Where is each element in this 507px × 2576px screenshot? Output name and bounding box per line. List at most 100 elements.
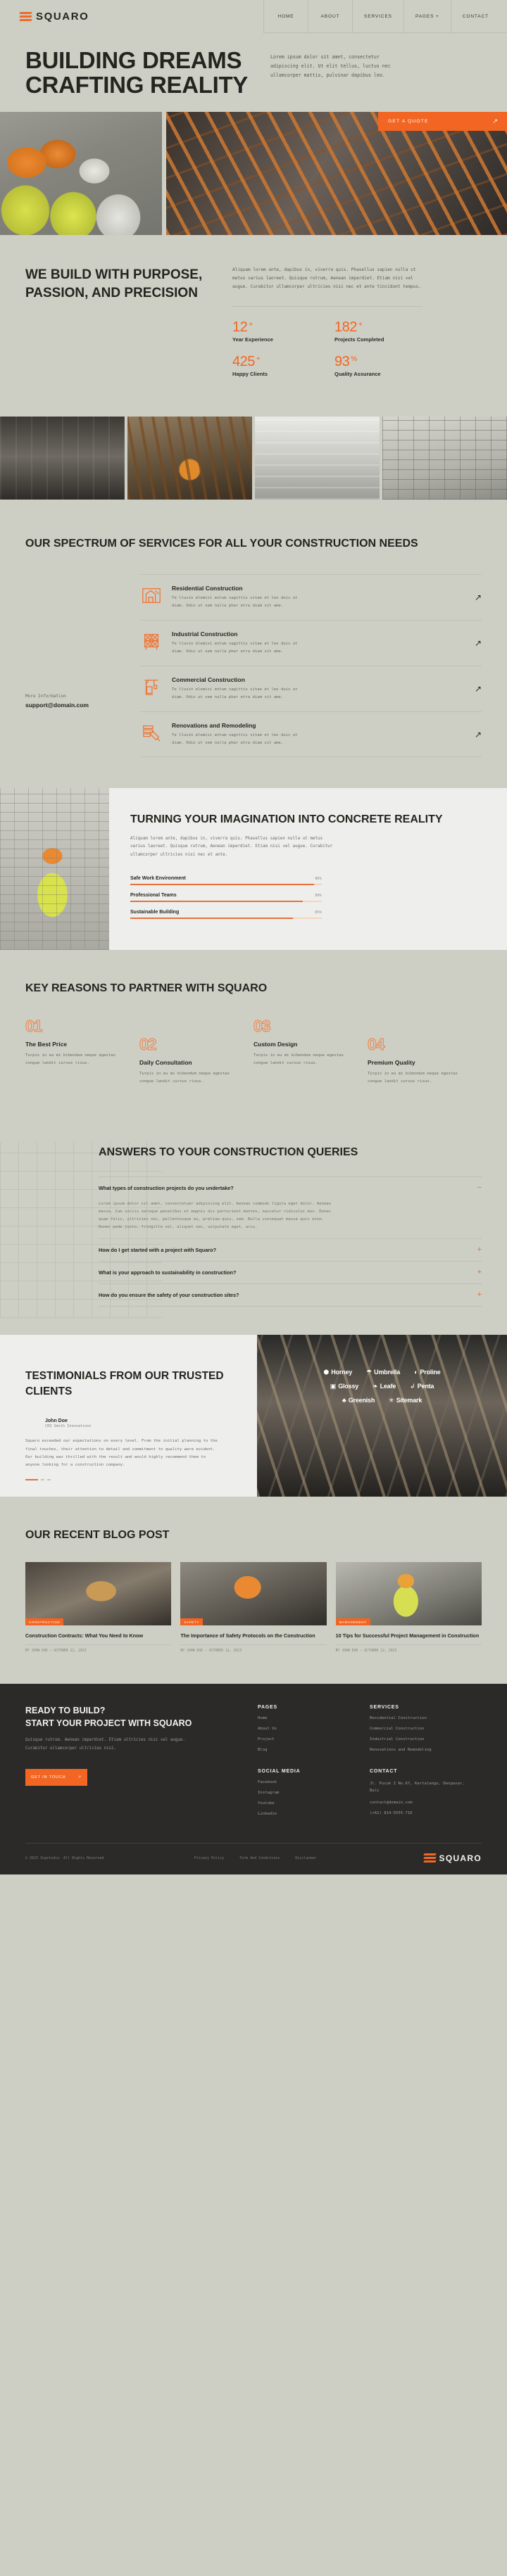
footer-phone[interactable]: (+62) 814-5555-716 <box>370 1811 482 1815</box>
blog-tag: MANAGEMENT <box>335 1618 370 1626</box>
testimonial-pagination[interactable] <box>25 1479 257 1481</box>
imagination-image <box>0 788 109 951</box>
client-logo-leafe: ❧ Leafe <box>373 1382 396 1390</box>
arrow-up-right-icon[interactable]: ↗ <box>470 684 482 694</box>
client-logo-proline: ◐ Proline <box>414 1368 441 1376</box>
service-desc: Te llusin elemisi entum sagittis vitae e… <box>172 642 298 654</box>
reason-number: 03 <box>254 1017 272 1036</box>
nav-item-about[interactable]: ABOUT <box>307 0 352 33</box>
reason-desc: Turpis in eu mi bibendum neque egestas c… <box>368 1072 458 1084</box>
footer-brand-name: SQUARO <box>439 1853 482 1864</box>
circle-line-icon: ◐ <box>414 1368 418 1376</box>
reason-name: Premium Quality <box>368 1059 415 1067</box>
footer-link[interactable]: Home <box>258 1716 370 1720</box>
faq-item-2[interactable]: How do I get started with a project with… <box>99 1239 482 1262</box>
gallery-image-wood-frame <box>127 416 252 500</box>
hero-title-line1: BUILDING DREAMS <box>25 47 242 73</box>
service-name: Residential Construction <box>172 585 243 592</box>
about-section: WE BUILD WITH PURPOSE, PASSION, AND PREC… <box>0 235 507 417</box>
reasons-section: KEY REASONS TO PARTNER WITH SQUARO 01 Th… <box>0 950 507 1114</box>
blog-post-meta: BY JOHN DOE — OCTOBER 12, 2023 <box>25 1644 172 1653</box>
client-logos: ⬢ Horney ☂ Umbrella ◐ Proline ▣ Glossy ❧ Leaf… <box>257 1369 507 1404</box>
service-desc: Te llusin elemisi entum sagittis vitae e… <box>172 732 298 745</box>
arrow-up-right-icon[interactable]: ↗ <box>470 592 482 602</box>
nav-item-services[interactable]: SERVICES <box>351 0 403 33</box>
service-name: Renovations and Remodeling <box>172 721 256 729</box>
pagination-dot[interactable] <box>41 1479 44 1481</box>
nav-item-contact[interactable]: CONTACT <box>450 0 507 33</box>
reason-item-01: 01 The Best Price Turpis in eu mi bibend… <box>25 1017 139 1086</box>
pagination-active[interactable] <box>25 1479 38 1481</box>
arrow-up-right-icon[interactable]: ↗ <box>470 730 482 740</box>
hero-title: BUILDING DREAMS CRAFTING REALITY <box>0 47 255 98</box>
blog-card-3[interactable]: MANAGEMENT 10 Tips for Successful Projec… <box>335 1562 482 1653</box>
umbrella-icon: ☂ <box>366 1368 373 1376</box>
terms-link[interactable]: Term And Conditions <box>239 1856 280 1860</box>
minus-icon[interactable]: − <box>477 1184 482 1192</box>
service-item-renovations[interactable]: Renovations and Remodeling Te llusin ele… <box>141 712 482 758</box>
footer-brand[interactable]: SQUARO <box>423 1853 482 1864</box>
nav-item-pages[interactable]: PAGES + <box>403 0 451 33</box>
hero-paragraph: Lorem ipsum dolor sit amet, consectetur … <box>270 54 391 78</box>
disclaimer-link[interactable]: Disclaimer <box>295 1856 316 1860</box>
progress-track <box>130 918 322 920</box>
faq-item-1[interactable]: What types of construction projects do y… <box>99 1176 482 1240</box>
square-slash-icon: ▣ <box>330 1382 337 1390</box>
stat-item: 182 + Projects Completed <box>334 319 437 343</box>
skill-percent: 96% <box>315 877 322 882</box>
landing-page: SQUARO HOME ABOUT SERVICES PAGES + CONTA… <box>0 0 507 1875</box>
brand-logo[interactable]: SQUARO <box>0 0 89 33</box>
site-footer: READY TO BUILD? START YOUR PROJECT WITH … <box>0 1684 507 1875</box>
stat-value: 12 + <box>232 319 253 335</box>
service-item-industrial[interactable]: Industrial Construction Te llusin elemis… <box>141 621 482 666</box>
gallery-image-atrium <box>255 416 380 500</box>
get-in-touch-label: GET IN TOUCH <box>31 1775 66 1779</box>
footer-link[interactable]: Commercial Construction <box>370 1727 482 1731</box>
footer-link[interactable]: Youtube <box>258 1801 370 1806</box>
testimonial-person: John Doe CEO Smith Innovations <box>25 1416 257 1430</box>
service-name: Commercial Construction <box>172 675 245 683</box>
services-section: OUR SPECTRUM OF SERVICES FOR ALL YOUR CO… <box>0 500 507 789</box>
footer-link[interactable]: Linkedin <box>258 1812 370 1816</box>
stat-value: 93% <box>334 353 357 369</box>
faq-question: What types of construction projects do y… <box>99 1184 234 1191</box>
blog-card-2[interactable]: SAFETY The Importance of Safety Protocol… <box>180 1562 327 1653</box>
blog-card-1[interactable]: CONSTRUCTION Construction Contracts: Wha… <box>25 1562 172 1653</box>
plus-icon[interactable]: + <box>477 1246 482 1254</box>
nav-item-home[interactable]: HOME <box>263 0 308 33</box>
hero-section: BUILDING DREAMS CRAFTING REALITY Lorem i… <box>0 33 507 235</box>
plus-icon[interactable]: + <box>477 1291 482 1299</box>
support-email[interactable]: support@domain.com <box>25 702 141 709</box>
footer-link[interactable]: Facebook <box>258 1780 370 1784</box>
footer-email[interactable]: contact@domain.com <box>370 1801 482 1805</box>
gallery-image-blocks <box>382 416 507 500</box>
faq-list: What types of construction projects do y… <box>99 1176 482 1307</box>
footer-link[interactable]: About Us <box>258 1727 370 1731</box>
faq-item-3[interactable]: What is your approach to sustainability … <box>99 1262 482 1285</box>
footer-link[interactable]: Industrial Construction <box>370 1737 482 1741</box>
skill-bar-professional-teams: Professional Teams 90% <box>130 893 322 903</box>
gallery-image-interior <box>0 416 125 500</box>
arrow-up-right-icon[interactable]: ↗ <box>470 638 482 648</box>
footer-paragraph: Quisque rutrum. Aenean imperdiet. Etiam … <box>25 1738 185 1751</box>
footer-link[interactable]: Instagram <box>258 1791 370 1795</box>
about-title: WE BUILD WITH PURPOSE, PASSION, AND PREC… <box>25 267 203 300</box>
reason-item-03: 03 Custom Design Turpis in eu mi bibendu… <box>254 1017 368 1086</box>
footer-link[interactable]: Renovations and Remodeling <box>370 1748 482 1752</box>
progress-track <box>130 901 322 903</box>
footer-link[interactable]: Residential Construction <box>370 1716 482 1720</box>
footer-link[interactable]: Project <box>258 1737 370 1741</box>
hexagon-icon: ⬢ <box>323 1368 330 1376</box>
faq-item-4[interactable]: How do you ensure the safety of your con… <box>99 1284 482 1307</box>
privacy-policy-link[interactable]: Privacy Policy <box>194 1856 224 1860</box>
pagination-dot[interactable] <box>47 1479 51 1481</box>
service-name: Industrial Construction <box>172 630 238 638</box>
client-logo-greenish: ♣ Greenish <box>342 1396 375 1404</box>
service-item-residential[interactable]: Residential Construction Te llusin elemi… <box>141 574 482 621</box>
footer-link[interactable]: Blog <box>258 1748 370 1752</box>
blog-post-title: The Importance of Safety Protocols on th… <box>180 1632 315 1639</box>
service-item-commercial[interactable]: Commercial Construction Te llusin elemis… <box>141 666 482 712</box>
get-in-touch-button[interactable]: GET IN TOUCH ↗ <box>25 1768 87 1786</box>
get-a-quote-button[interactable]: GET A QUOTE ↗ <box>378 111 507 131</box>
plus-icon[interactable]: + <box>477 1269 482 1276</box>
